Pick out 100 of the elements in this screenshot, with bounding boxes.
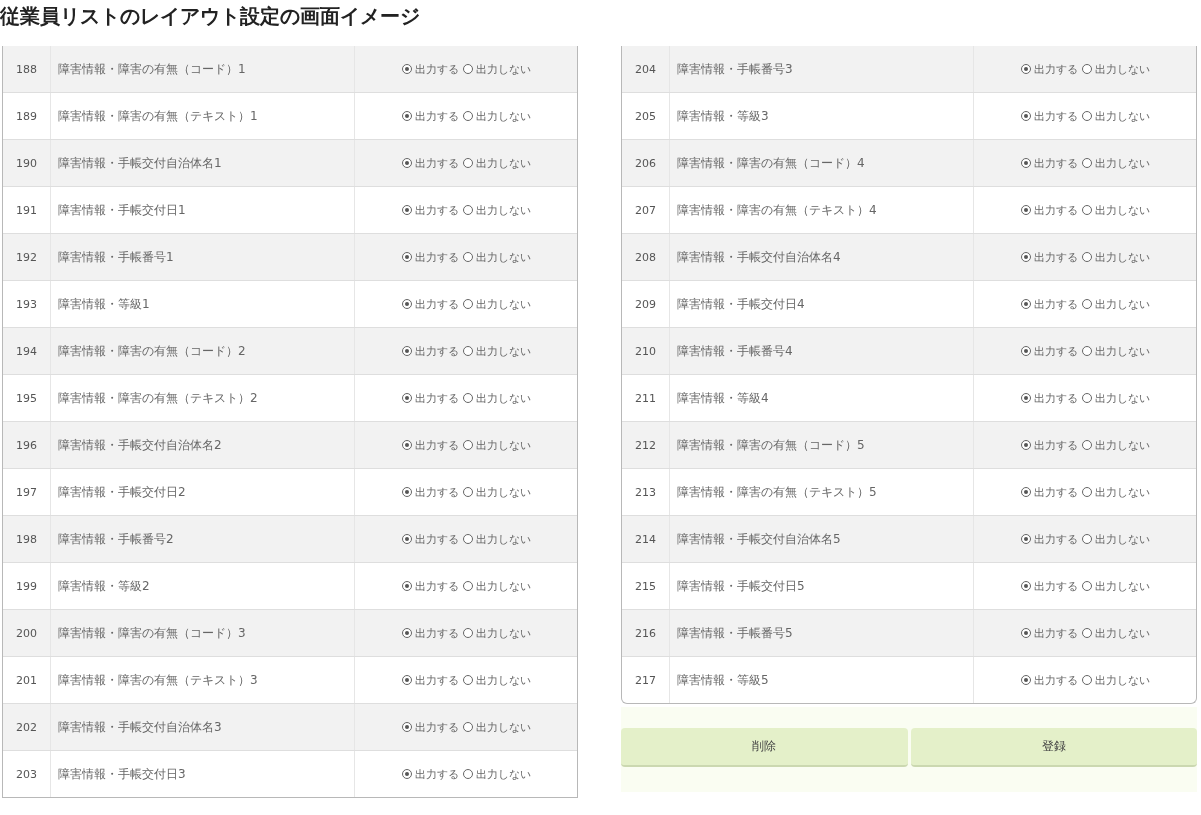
option-label[interactable]: 出力する — [414, 672, 459, 688]
radio-button[interactable] — [1020, 675, 1031, 685]
radio-button[interactable] — [462, 722, 473, 732]
option-label[interactable]: 出力する — [414, 390, 459, 406]
option-label[interactable]: 出力しない — [475, 766, 531, 782]
radio-button[interactable] — [462, 64, 473, 74]
radio-button[interactable] — [462, 440, 473, 450]
option-label[interactable]: 出力しない — [475, 343, 531, 359]
option-label[interactable]: 出力する — [1033, 61, 1078, 77]
radio-button[interactable] — [1081, 440, 1092, 450]
option-label[interactable]: 出力しない — [475, 437, 531, 453]
radio-button[interactable] — [1081, 628, 1092, 638]
option-label[interactable]: 出力しない — [475, 61, 531, 77]
action-button[interactable]: 登録 — [910, 728, 1197, 767]
option-label[interactable]: 出力しない — [475, 672, 531, 688]
option-label[interactable]: 出力しない — [1094, 202, 1150, 218]
radio-button[interactable] — [1020, 111, 1031, 121]
option-label[interactable]: 出力する — [414, 249, 459, 265]
option-label[interactable]: 出力する — [414, 625, 459, 641]
radio-button[interactable] — [401, 440, 412, 450]
option-label[interactable]: 出力する — [1033, 390, 1078, 406]
radio-button[interactable] — [462, 769, 473, 779]
action-button[interactable]: 削除 — [621, 728, 908, 767]
radio-button[interactable] — [1020, 346, 1031, 356]
radio-button[interactable] — [1020, 581, 1031, 591]
radio-button[interactable] — [1081, 534, 1092, 544]
option-label[interactable]: 出力する — [414, 108, 459, 124]
radio-button[interactable] — [462, 534, 473, 544]
option-label[interactable]: 出力する — [1033, 437, 1078, 453]
option-label[interactable]: 出力しない — [475, 531, 531, 547]
radio-button[interactable] — [462, 628, 473, 638]
option-label[interactable]: 出力しない — [475, 155, 531, 171]
option-label[interactable]: 出力しない — [475, 719, 531, 735]
radio-button[interactable] — [401, 299, 412, 309]
option-label[interactable]: 出力しない — [1094, 343, 1150, 359]
radio-button[interactable] — [1081, 111, 1092, 121]
option-label[interactable]: 出力しない — [1094, 296, 1150, 312]
radio-button[interactable] — [1081, 346, 1092, 356]
option-label[interactable]: 出力しない — [475, 390, 531, 406]
option-label[interactable]: 出力する — [1033, 343, 1078, 359]
radio-button[interactable] — [401, 346, 412, 356]
option-label[interactable]: 出力しない — [1094, 108, 1150, 124]
option-label[interactable]: 出力しない — [1094, 531, 1150, 547]
option-label[interactable]: 出力しない — [475, 296, 531, 312]
option-label[interactable]: 出力する — [1033, 625, 1078, 641]
option-label[interactable]: 出力する — [414, 155, 459, 171]
radio-button[interactable] — [1081, 675, 1092, 685]
option-label[interactable]: 出力しない — [475, 202, 531, 218]
option-label[interactable]: 出力する — [414, 578, 459, 594]
option-label[interactable]: 出力する — [1033, 202, 1078, 218]
radio-button[interactable] — [1081, 158, 1092, 168]
option-label[interactable]: 出力する — [1033, 249, 1078, 265]
radio-button[interactable] — [1081, 487, 1092, 497]
option-label[interactable]: 出力する — [414, 531, 459, 547]
radio-button[interactable] — [462, 205, 473, 215]
option-label[interactable]: 出力する — [1033, 578, 1078, 594]
option-label[interactable]: 出力する — [1033, 296, 1078, 312]
radio-button[interactable] — [462, 158, 473, 168]
option-label[interactable]: 出力しない — [1094, 61, 1150, 77]
option-label[interactable]: 出力しない — [1094, 672, 1150, 688]
option-label[interactable]: 出力する — [414, 719, 459, 735]
option-label[interactable]: 出力しない — [475, 249, 531, 265]
option-label[interactable]: 出力する — [1033, 672, 1078, 688]
option-label[interactable]: 出力しない — [1094, 578, 1150, 594]
radio-button[interactable] — [1020, 393, 1031, 403]
option-label[interactable]: 出力する — [414, 202, 459, 218]
option-label[interactable]: 出力しない — [1094, 155, 1150, 171]
option-label[interactable]: 出力しない — [1094, 249, 1150, 265]
radio-button[interactable] — [462, 393, 473, 403]
radio-button[interactable] — [1081, 205, 1092, 215]
radio-button[interactable] — [1020, 440, 1031, 450]
option-label[interactable]: 出力しない — [475, 484, 531, 500]
radio-button[interactable] — [1020, 158, 1031, 168]
radio-button[interactable] — [1020, 487, 1031, 497]
radio-button[interactable] — [401, 581, 412, 591]
radio-button[interactable] — [462, 581, 473, 591]
radio-button[interactable] — [462, 299, 473, 309]
option-label[interactable]: 出力しない — [475, 625, 531, 641]
option-label[interactable]: 出力する — [1033, 484, 1078, 500]
option-label[interactable]: 出力する — [414, 296, 459, 312]
radio-button[interactable] — [1081, 393, 1092, 403]
option-label[interactable]: 出力しない — [1094, 437, 1150, 453]
radio-button[interactable] — [401, 722, 412, 732]
radio-button[interactable] — [1020, 534, 1031, 544]
radio-button[interactable] — [462, 111, 473, 121]
option-label[interactable]: 出力する — [1033, 108, 1078, 124]
radio-button[interactable] — [462, 675, 473, 685]
option-label[interactable]: 出力する — [414, 484, 459, 500]
radio-button[interactable] — [1020, 628, 1031, 638]
radio-button[interactable] — [1081, 299, 1092, 309]
radio-button[interactable] — [401, 111, 412, 121]
radio-button[interactable] — [401, 534, 412, 544]
option-label[interactable]: 出力しない — [1094, 625, 1150, 641]
option-label[interactable]: 出力しない — [1094, 390, 1150, 406]
radio-button[interactable] — [1081, 64, 1092, 74]
radio-button[interactable] — [401, 487, 412, 497]
radio-button[interactable] — [1081, 581, 1092, 591]
option-label[interactable]: 出力する — [1033, 531, 1078, 547]
radio-button[interactable] — [401, 628, 412, 638]
radio-button[interactable] — [462, 252, 473, 262]
